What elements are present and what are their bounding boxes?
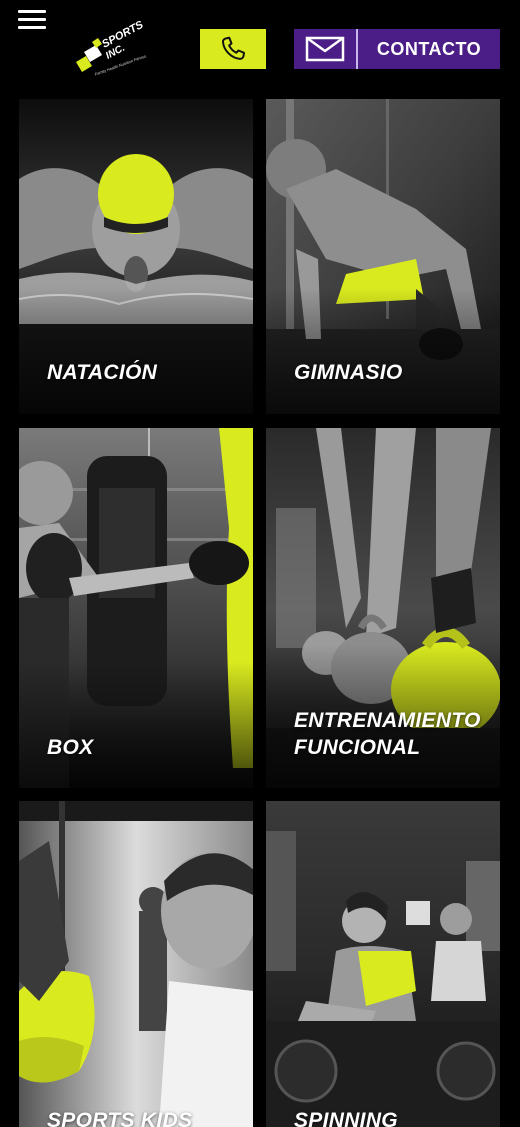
tile-natacion[interactable]: NATACIÓN (19, 99, 253, 414)
tile-label-sports-kids: SPORTS KIDS (47, 1109, 193, 1127)
contact-button[interactable]: CONTACTO (294, 29, 500, 69)
tile-label-entrenamiento-funcional: ENTRENAMIENTO FUNCIONAL (294, 707, 481, 761)
mail-icon (294, 29, 358, 69)
contact-label: CONTACTO (376, 38, 482, 59)
tile-label-line1: ENTRENAMIENTO (294, 709, 481, 732)
tile-entrenamiento-funcional[interactable]: ENTRENAMIENTO FUNCIONAL (266, 428, 500, 788)
tile-gimnasio[interactable]: GIMNASIO (266, 99, 500, 414)
kid-boxing-image (19, 801, 253, 1127)
sports-inc-logo[interactable]: SPORTS INC. Family Health Nutrition Fitn… (74, 19, 147, 80)
tile-box[interactable]: BOX (19, 428, 253, 788)
tile-spinning[interactable]: SPINNING (266, 801, 500, 1127)
tile-label-spinning: SPINNING (294, 1109, 398, 1127)
phone-button[interactable] (200, 29, 266, 69)
tile-label-natacion: NATACIÓN (47, 361, 158, 384)
phone-icon (222, 36, 245, 60)
tile-label-gimnasio: GIMNASIO (294, 361, 403, 384)
header: SPORTS INC. Family Health Nutrition Fitn… (0, 0, 520, 90)
tile-label-line2: FUNCIONAL (294, 736, 421, 759)
tile-sports-kids[interactable]: SPORTS KIDS (19, 801, 253, 1127)
tile-label-box: BOX (47, 736, 94, 759)
hamburger-menu-icon[interactable] (18, 10, 48, 32)
spinning-class-image (266, 801, 500, 1127)
